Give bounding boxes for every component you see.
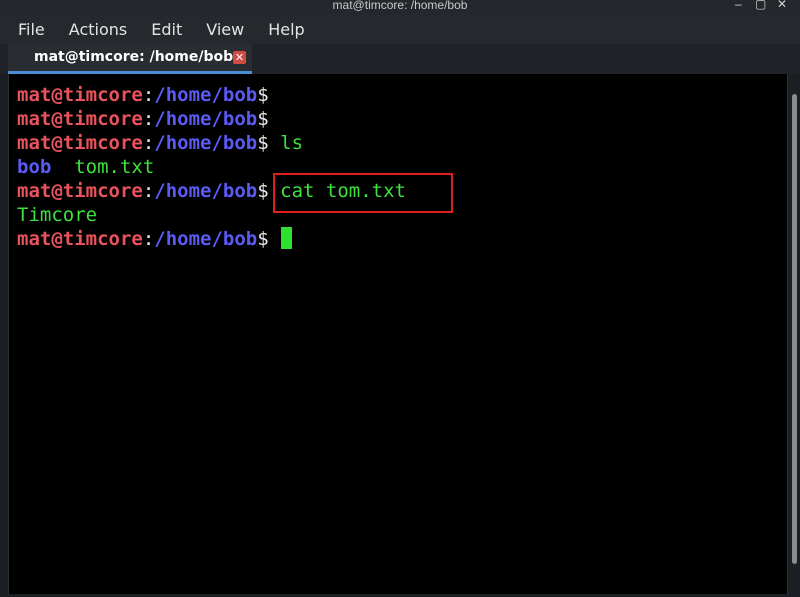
listing-file: tom.txt [74,156,155,178]
terminal-line: mat@timcore:/home/bob$ [17,107,406,131]
maximize-icon[interactable]: ▢ [755,0,766,11]
menu-bar: File Actions Edit View Help [0,14,800,44]
tab-close-icon[interactable]: ✕ [233,51,246,64]
terminal-line: mat@timcore:/home/bob$ [17,227,406,251]
window-title: mat@timcore: /home/bob [332,0,468,12]
output-text: Timcore [17,204,98,226]
terminal-line: mat@timcore:/home/bob$ [17,83,406,107]
prompt-colon: : [142,108,155,130]
menu-actions[interactable]: Actions [57,20,139,39]
prompt-user: mat@timcore [17,228,143,250]
prompt-colon: : [142,132,155,154]
menu-view[interactable]: View [194,20,256,39]
prompt-user: mat@timcore [17,180,143,202]
window-titlebar: mat@timcore: /home/bob – ▢ ✕ [0,0,800,14]
highlight-annotation-box [273,173,453,213]
menu-edit[interactable]: Edit [139,20,194,39]
prompt-colon: : [142,180,155,202]
close-icon[interactable]: ✕ [777,0,787,11]
prompt-user: mat@timcore [17,132,143,154]
minimize-icon[interactable]: – [735,0,742,11]
prompt-dollar: $ [257,84,269,106]
terminal-cursor [281,227,293,249]
menu-file[interactable]: File [6,20,57,39]
prompt-dollar: $ [257,180,269,202]
tab-bar: mat@timcore: /home/bob ✕ [0,44,800,74]
tab-terminal[interactable]: mat@timcore: /home/bob ✕ [8,44,252,74]
command-text: ls [280,132,304,154]
prompt-dollar: $ [257,132,269,154]
prompt-path: /home/bob [154,108,258,130]
scrollbar-thumb[interactable] [792,94,797,564]
terminal-output: mat@timcore:/home/bob$ mat@timcore:/home… [17,83,406,251]
prompt-dollar: $ [257,228,269,250]
prompt-user: mat@timcore [17,108,143,130]
tab-label: mat@timcore: /home/bob [34,49,234,65]
scrollbar[interactable] [788,74,800,597]
menu-help[interactable]: Help [256,20,316,39]
prompt-path: /home/bob [154,84,258,106]
prompt-dollar: $ [257,108,269,130]
prompt-path: /home/bob [154,132,258,154]
prompt-colon: : [142,228,155,250]
terminal-line: mat@timcore:/home/bob$ ls [17,131,406,155]
prompt-colon: : [142,84,155,106]
listing-dir: bob [17,156,52,178]
prompt-path: /home/bob [154,180,258,202]
prompt-path: /home/bob [154,228,258,250]
prompt-user: mat@timcore [17,84,143,106]
